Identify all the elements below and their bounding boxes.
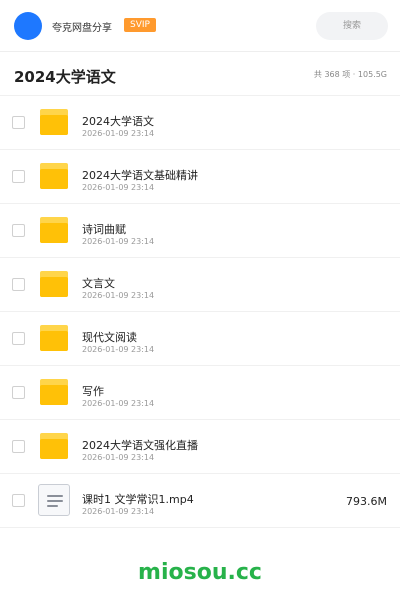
item-name: 现代文阅读 [82, 331, 137, 344]
item-name: 文言文 [82, 277, 115, 290]
row-checkbox[interactable] [12, 332, 25, 345]
row-checkbox[interactable] [12, 494, 25, 507]
item-name: 课时1 文学常识1.mp4 [82, 493, 194, 506]
item-date: 2026-01-09 23:14 [82, 183, 155, 192]
top-bar: 夸克网盘分享 SVIP 搜索 [0, 0, 400, 52]
item-name: 诗词曲赋 [82, 223, 126, 236]
item-date: 2026-01-09 23:14 [82, 399, 155, 408]
folder-icon [40, 379, 68, 405]
folder-icon [40, 217, 68, 243]
item-summary: 共 368 项 · 105.5G [313, 70, 387, 79]
item-name: 2024大学语文 [82, 115, 154, 128]
row-checkbox[interactable] [12, 224, 25, 237]
item-name: 2024大学语文基础精讲 [82, 169, 198, 182]
item-date: 2026-01-09 23:14 [82, 345, 155, 354]
item-size: 793.6M [346, 495, 387, 508]
file-list: 2024大学语文 2026-01-09 23:14 2024大学语文基础精讲 2… [0, 96, 400, 528]
folder-icon [40, 325, 68, 351]
list-item[interactable]: 课时1 文学常识1.mp4 2026-01-09 23:14 793.6M [0, 474, 400, 528]
list-item[interactable]: 2024大学语文强化直播 2026-01-09 23:14 [0, 420, 400, 474]
row-checkbox[interactable] [12, 440, 25, 453]
folder-icon [40, 433, 68, 459]
page-title: 2024大学语文 [14, 68, 116, 86]
video-file-icon [38, 484, 70, 516]
row-checkbox[interactable] [12, 278, 25, 291]
list-item[interactable]: 现代文阅读 2026-01-09 23:14 [0, 312, 400, 366]
row-checkbox[interactable] [12, 386, 25, 399]
vip-badge: SVIP [124, 18, 156, 32]
item-name: 写作 [82, 385, 104, 398]
item-name: 2024大学语文强化直播 [82, 439, 198, 452]
item-date: 2026-01-09 23:14 [82, 291, 155, 300]
item-date: 2026-01-09 23:14 [82, 129, 155, 138]
username: 夸克网盘分享 [52, 23, 112, 34]
folder-header: 2024大学语文 共 368 项 · 105.5G [0, 52, 400, 96]
watermark: miosou.cc [138, 560, 262, 585]
item-date: 2026-01-09 23:14 [82, 237, 155, 246]
item-date: 2026-01-09 23:14 [82, 453, 155, 462]
item-date: 2026-01-09 23:14 [82, 507, 155, 516]
folder-icon [40, 163, 68, 189]
folder-icon [40, 271, 68, 297]
list-item[interactable]: 2024大学语文基础精讲 2026-01-09 23:14 [0, 150, 400, 204]
search-input[interactable]: 搜索 [316, 12, 388, 40]
footer: miosou.cc [0, 548, 400, 600]
list-item[interactable]: 写作 2026-01-09 23:14 [0, 366, 400, 420]
list-item[interactable]: 文言文 2026-01-09 23:14 [0, 258, 400, 312]
row-checkbox[interactable] [12, 170, 25, 183]
avatar[interactable] [14, 12, 42, 40]
row-checkbox[interactable] [12, 116, 25, 129]
list-item[interactable]: 诗词曲赋 2026-01-09 23:14 [0, 204, 400, 258]
list-item[interactable]: 2024大学语文 2026-01-09 23:14 [0, 96, 400, 150]
folder-icon [40, 109, 68, 135]
